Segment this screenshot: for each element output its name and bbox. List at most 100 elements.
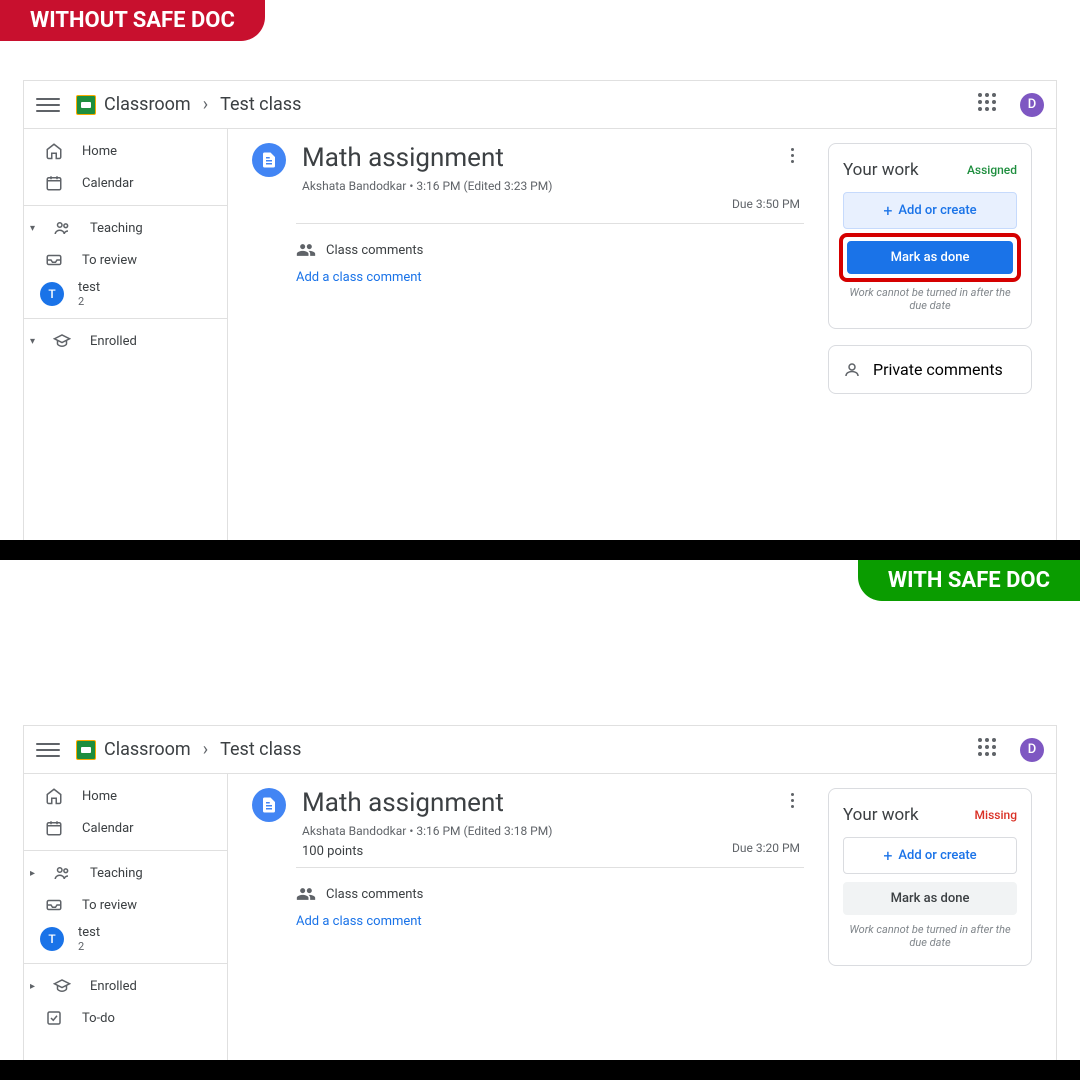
breadcrumb-class[interactable]: Test class xyxy=(220,94,301,115)
nav-calendar[interactable]: Calendar xyxy=(24,812,227,844)
nav-calendar-label: Calendar xyxy=(82,176,134,191)
main-content: Math assignment Akshata Bandodkar • 3:16… xyxy=(228,129,1056,540)
class-name: test xyxy=(78,280,100,295)
sidebar: Home Calendar ▸ Teaching To review T xyxy=(24,774,228,1080)
chevron-right-icon: › xyxy=(203,94,208,115)
highlight-annotation: Mark as done xyxy=(839,233,1021,282)
breadcrumb-root[interactable]: Classroom xyxy=(104,94,191,115)
nav-calendar-label: Calendar xyxy=(82,821,134,836)
nav-enrolled[interactable]: ▸ Enrolled xyxy=(24,970,227,1002)
sidebar: Home Calendar ▾ Teaching To review T xyxy=(24,129,228,540)
sidebar-class-item[interactable]: T test 2 xyxy=(24,921,227,957)
add-class-comment-link[interactable]: Add a class comment xyxy=(296,914,804,929)
nav-teaching-label: Teaching xyxy=(90,221,143,236)
calendar-icon xyxy=(44,818,64,838)
hamburger-icon[interactable] xyxy=(36,93,60,117)
banner-with-safe-doc: WITH SAFE DOC xyxy=(858,560,1080,601)
home-icon xyxy=(44,786,64,806)
class-comments-label: Class comments xyxy=(326,887,423,902)
todo-icon xyxy=(44,1008,64,1028)
more-options-icon[interactable] xyxy=(780,143,804,167)
user-avatar[interactable]: D xyxy=(1020,93,1044,117)
breadcrumb-class[interactable]: Test class xyxy=(220,739,301,760)
due-date-note: Work cannot be turned in after the due d… xyxy=(843,286,1017,312)
private-comments-label: Private comments xyxy=(873,360,1003,379)
assignment-header: Math assignment Akshata Bandodkar • 3:16… xyxy=(252,143,804,193)
plus-icon: + xyxy=(883,846,892,865)
caret-down-icon: ▾ xyxy=(30,223,38,234)
nav-enrolled[interactable]: ▾ Enrolled xyxy=(24,325,227,357)
divider xyxy=(24,963,227,964)
divider xyxy=(296,867,804,868)
assignment-points: 100 points xyxy=(302,844,764,859)
breadcrumb-root[interactable]: Classroom xyxy=(104,739,191,760)
nav-todo[interactable]: To-do xyxy=(24,1002,227,1034)
app-window-bottom: Classroom › Test class D Home Calendar xyxy=(23,725,1057,1080)
graduation-cap-icon xyxy=(52,331,72,351)
chevron-right-icon: › xyxy=(203,739,208,760)
nav-to-review[interactable]: To review xyxy=(24,889,227,921)
class-name: test xyxy=(78,925,100,940)
apps-grid-icon[interactable] xyxy=(978,93,1002,117)
assignment-title: Math assignment xyxy=(302,788,764,818)
nav-enrolled-label: Enrolled xyxy=(90,334,137,349)
sidebar-class-item[interactable]: T test 2 xyxy=(24,276,227,312)
topbar: Classroom › Test class D xyxy=(24,81,1056,129)
bottom-bar xyxy=(0,1060,1080,1080)
more-options-icon[interactable] xyxy=(780,788,804,812)
graduation-cap-icon xyxy=(52,976,72,996)
class-avatar: T xyxy=(40,927,64,951)
nav-home[interactable]: Home xyxy=(24,135,227,167)
nav-calendar[interactable]: Calendar xyxy=(24,167,227,199)
people-icon xyxy=(296,884,316,904)
people-icon xyxy=(52,218,72,238)
add-class-comment-link[interactable]: Add a class comment xyxy=(296,270,804,285)
inbox-icon xyxy=(44,895,64,915)
breadcrumb: Classroom › Test class xyxy=(104,94,301,115)
add-or-create-button[interactable]: + Add or create xyxy=(843,192,1017,229)
assignment-icon xyxy=(252,788,286,822)
apps-grid-icon[interactable] xyxy=(978,738,1002,762)
nav-to-review-label: To review xyxy=(82,898,137,913)
app-window-top: Classroom › Test class D Home Calendar xyxy=(23,80,1057,540)
private-comments-card[interactable]: Private comments xyxy=(828,345,1032,394)
user-avatar[interactable]: D xyxy=(1020,738,1044,762)
your-work-card: Your work Missing + Add or create Mark a… xyxy=(828,788,1032,966)
status-badge: Missing xyxy=(975,808,1017,822)
nav-home-label: Home xyxy=(82,144,117,159)
mark-as-done-button[interactable]: Mark as done xyxy=(847,241,1013,274)
nav-home-label: Home xyxy=(82,789,117,804)
people-icon xyxy=(52,863,72,883)
inbox-icon xyxy=(44,250,64,270)
classroom-logo-icon xyxy=(76,740,96,760)
breadcrumb: Classroom › Test class xyxy=(104,739,301,760)
caret-down-icon: ▾ xyxy=(30,336,38,347)
hamburger-icon[interactable] xyxy=(36,738,60,762)
nav-enrolled-label: Enrolled xyxy=(90,979,137,994)
your-work-title: Your work xyxy=(843,805,919,825)
divider xyxy=(24,318,227,319)
your-work-title: Your work xyxy=(843,160,919,180)
calendar-icon xyxy=(44,173,64,193)
assignment-meta: Akshata Bandodkar • 3:16 PM (Edited 3:18… xyxy=(302,824,764,838)
classroom-logo-icon xyxy=(76,95,96,115)
nav-teaching[interactable]: ▸ Teaching xyxy=(24,857,227,889)
caret-right-icon: ▸ xyxy=(30,868,38,879)
class-comments-header[interactable]: Class comments xyxy=(296,884,804,904)
class-count: 2 xyxy=(78,295,100,308)
nav-teaching-label: Teaching xyxy=(90,866,143,881)
person-icon xyxy=(843,361,861,379)
home-icon xyxy=(44,141,64,161)
nav-to-review-label: To review xyxy=(82,253,137,268)
nav-teaching[interactable]: ▾ Teaching xyxy=(24,212,227,244)
nav-to-review[interactable]: To review xyxy=(24,244,227,276)
mark-as-done-button[interactable]: Mark as done xyxy=(843,882,1017,915)
nav-todo-label: To-do xyxy=(82,1011,115,1026)
topbar: Classroom › Test class D xyxy=(24,726,1056,774)
divider xyxy=(24,205,227,206)
class-comments-header[interactable]: Class comments xyxy=(296,240,804,260)
due-date: Due 3:50 PM xyxy=(252,197,804,211)
nav-home[interactable]: Home xyxy=(24,780,227,812)
caret-right-icon: ▸ xyxy=(30,981,38,992)
add-or-create-button[interactable]: + Add or create xyxy=(843,837,1017,874)
